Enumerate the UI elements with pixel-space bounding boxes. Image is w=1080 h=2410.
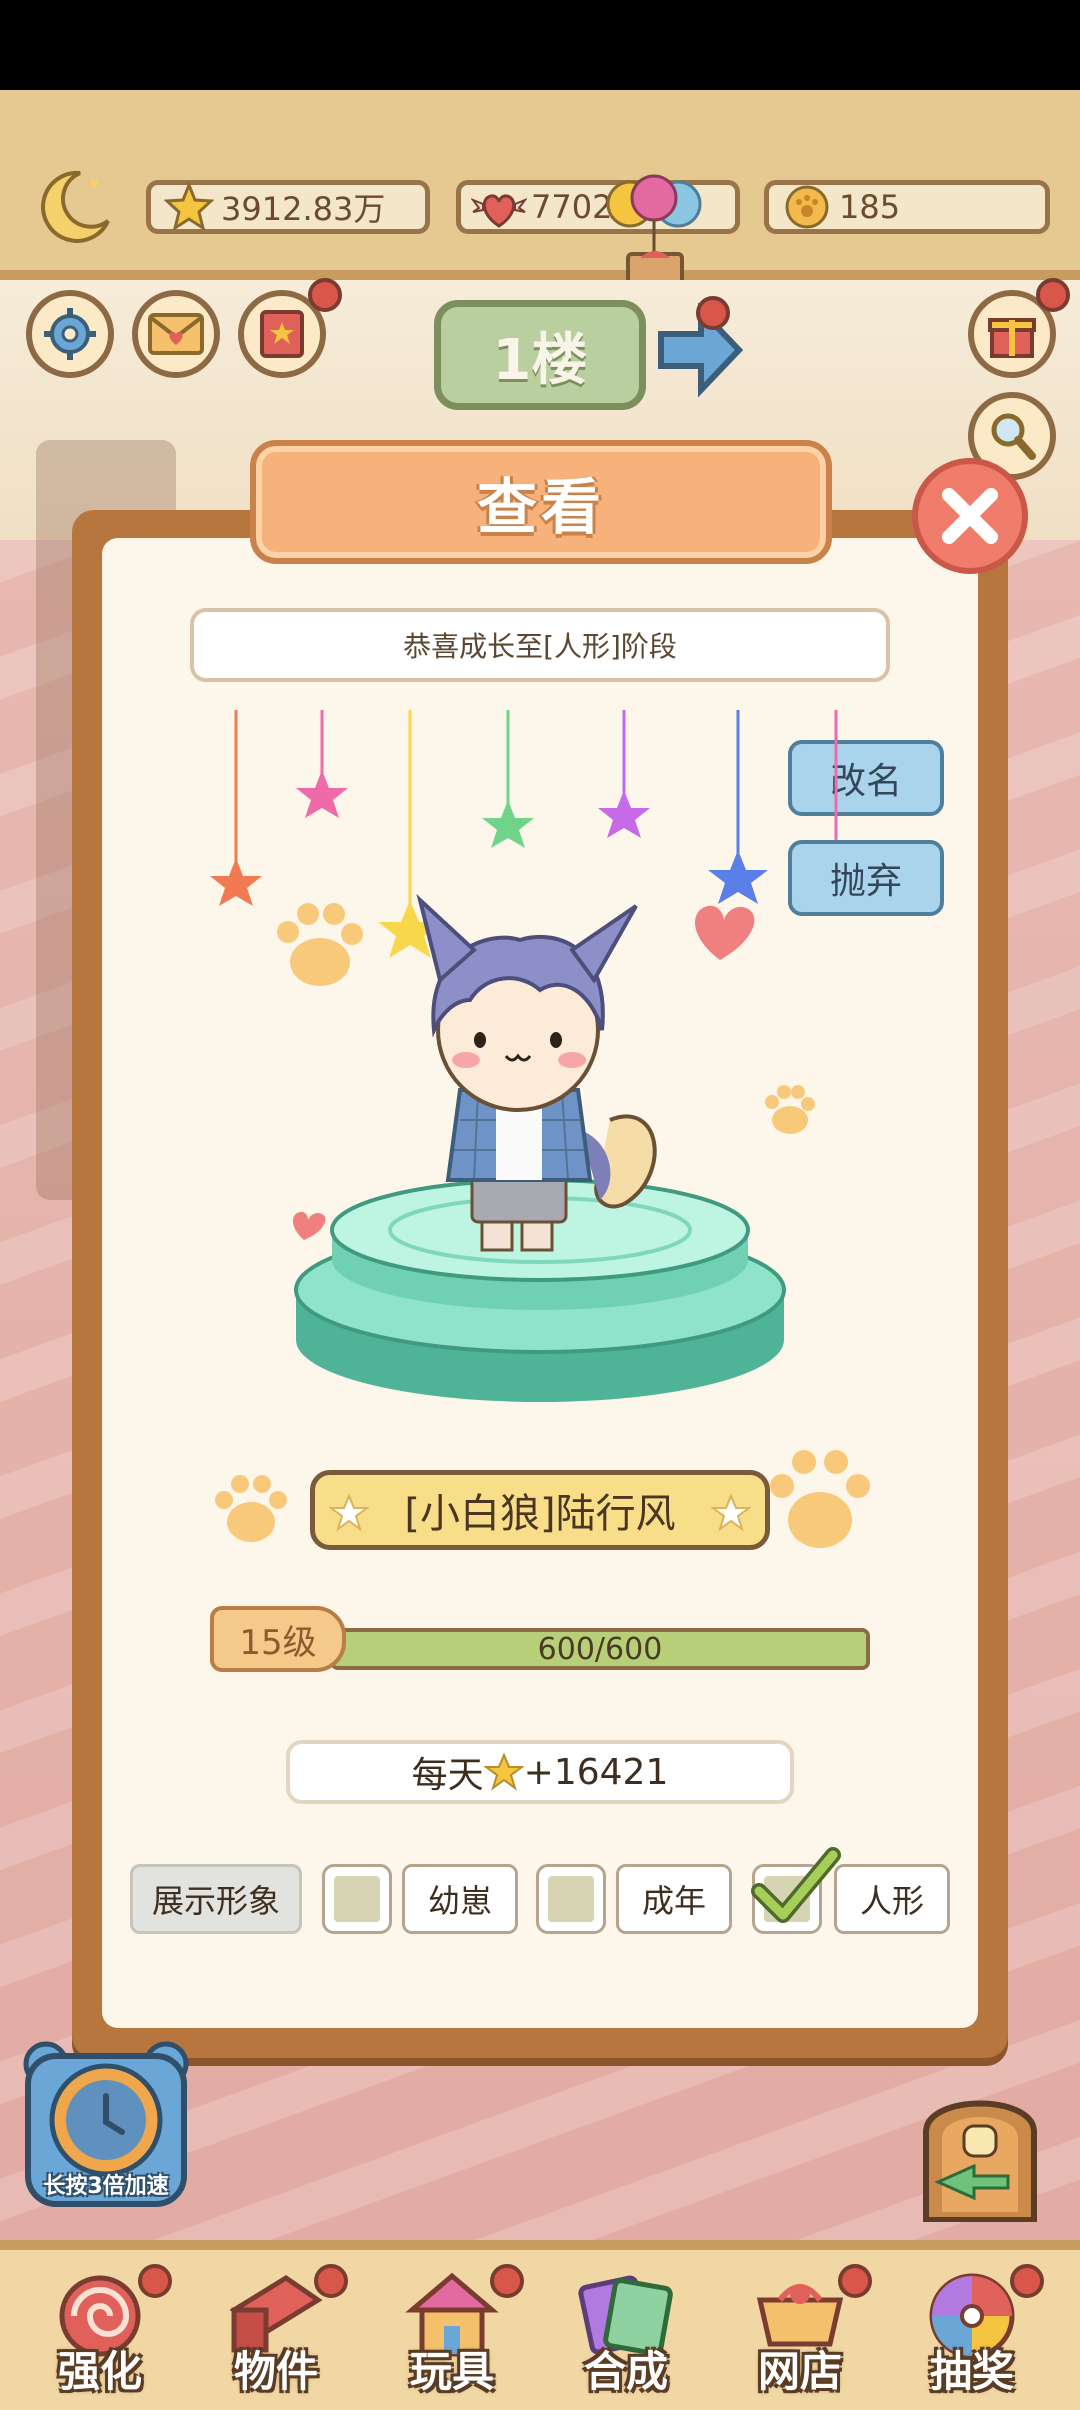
display-form-label: 展示形象 bbox=[130, 1864, 302, 1934]
close-icon bbox=[942, 488, 998, 544]
level-progress: 15级 600/600 bbox=[210, 1606, 870, 1672]
gift-icon bbox=[988, 318, 1036, 358]
nav-item-toys[interactable]: 玩具 bbox=[382, 2264, 524, 2400]
coins-value: 185 bbox=[839, 188, 901, 226]
coins-counter: 185 bbox=[764, 180, 1050, 234]
star-icon bbox=[161, 179, 217, 235]
magnifier-icon bbox=[991, 413, 1036, 460]
nav-item-shop[interactable]: 网店 bbox=[730, 2264, 872, 2400]
status-bar bbox=[0, 0, 1080, 90]
exit-door-icon[interactable] bbox=[918, 2082, 1042, 2222]
checkmark-icon bbox=[751, 1847, 841, 1923]
paw-print-icon bbox=[770, 1450, 870, 1548]
pet-name-plate: [小白狼]陆行风 bbox=[310, 1470, 770, 1550]
dialog-title: 查看 bbox=[477, 472, 605, 543]
adult-option-label[interactable]: 成年 bbox=[616, 1864, 732, 1934]
gift-badge bbox=[1036, 278, 1070, 312]
nav-badge bbox=[838, 2264, 872, 2298]
nav-badge bbox=[314, 2264, 348, 2298]
level-badge: 15级 bbox=[210, 1606, 346, 1672]
diary-badge bbox=[308, 278, 342, 312]
nav-badge bbox=[1010, 2264, 1044, 2298]
envelope-icon bbox=[148, 313, 204, 355]
mail-button[interactable] bbox=[132, 290, 220, 378]
speedup-button[interactable]: 长按3倍加速 bbox=[22, 2040, 190, 2210]
nav-item-merge[interactable]: 合成 bbox=[556, 2270, 696, 2400]
nav-badge bbox=[490, 2264, 524, 2298]
daily-income: 每天 +16421 bbox=[286, 1740, 794, 1804]
nav-label: 网店 bbox=[757, 2347, 842, 2396]
xp-bar: 600/600 bbox=[330, 1628, 870, 1670]
paw-coin-icon bbox=[779, 179, 835, 235]
bottom-nav: 强化 物件 玩具 合成 网店 抽奖 bbox=[0, 2240, 1080, 2410]
nav-label: 抽奖 bbox=[929, 2347, 1014, 2396]
winged-heart-icon bbox=[471, 179, 527, 235]
nav-label: 合成 bbox=[583, 2347, 668, 2396]
nav-label: 玩具 bbox=[409, 2347, 494, 2396]
human-form-checkbox[interactable] bbox=[751, 1847, 841, 1934]
star-icon bbox=[711, 1493, 751, 1532]
nav-item-enhance[interactable]: 强化 bbox=[30, 2264, 172, 2400]
daily-value: +16421 bbox=[523, 1751, 669, 1793]
balloon-gift-icon[interactable] bbox=[600, 174, 710, 294]
star-icon bbox=[329, 1493, 369, 1532]
nav-label: 强化 bbox=[57, 2347, 142, 2396]
human-form-option-label[interactable]: 人形 bbox=[834, 1864, 950, 1934]
nav-item-objects[interactable]: 物件 bbox=[206, 2264, 348, 2400]
star-icon bbox=[483, 1752, 524, 1791]
nav-label: 物件 bbox=[233, 2347, 318, 2396]
resource-bar: 3912.83万 7702 185 bbox=[0, 90, 1080, 292]
nav-item-lottery[interactable]: 抽奖 bbox=[902, 2264, 1044, 2400]
speedup-label: 长按3倍加速 bbox=[43, 2174, 169, 2199]
settings-button[interactable] bbox=[26, 290, 114, 378]
dialog-title-plate: 查看 bbox=[250, 440, 832, 564]
stars-counter: 3912.83万 bbox=[146, 180, 430, 234]
stars-value: 3912.83万 bbox=[221, 190, 386, 228]
xp-text: 600/600 bbox=[537, 1631, 663, 1667]
adult-checkbox[interactable] bbox=[536, 1864, 606, 1934]
next-floor-badge bbox=[696, 296, 730, 330]
close-button[interactable] bbox=[912, 458, 1028, 574]
paw-print-icon bbox=[215, 1475, 287, 1542]
cub-option-label[interactable]: 幼崽 bbox=[402, 1864, 518, 1934]
gear-icon bbox=[44, 308, 96, 360]
cub-checkbox[interactable] bbox=[322, 1864, 392, 1934]
book-icon bbox=[260, 310, 304, 358]
floor-sign[interactable]: 1楼 bbox=[434, 300, 646, 410]
daily-prefix: 每天 bbox=[411, 1755, 484, 1796]
moon-icon[interactable] bbox=[30, 165, 114, 249]
congrats-banner: 恭喜成长至[人形]阶段 bbox=[190, 608, 890, 682]
pet-illustration bbox=[210, 710, 838, 1402]
pet-name: [小白狼]陆行风 bbox=[404, 1491, 676, 1537]
nav-badge bbox=[138, 2264, 172, 2298]
